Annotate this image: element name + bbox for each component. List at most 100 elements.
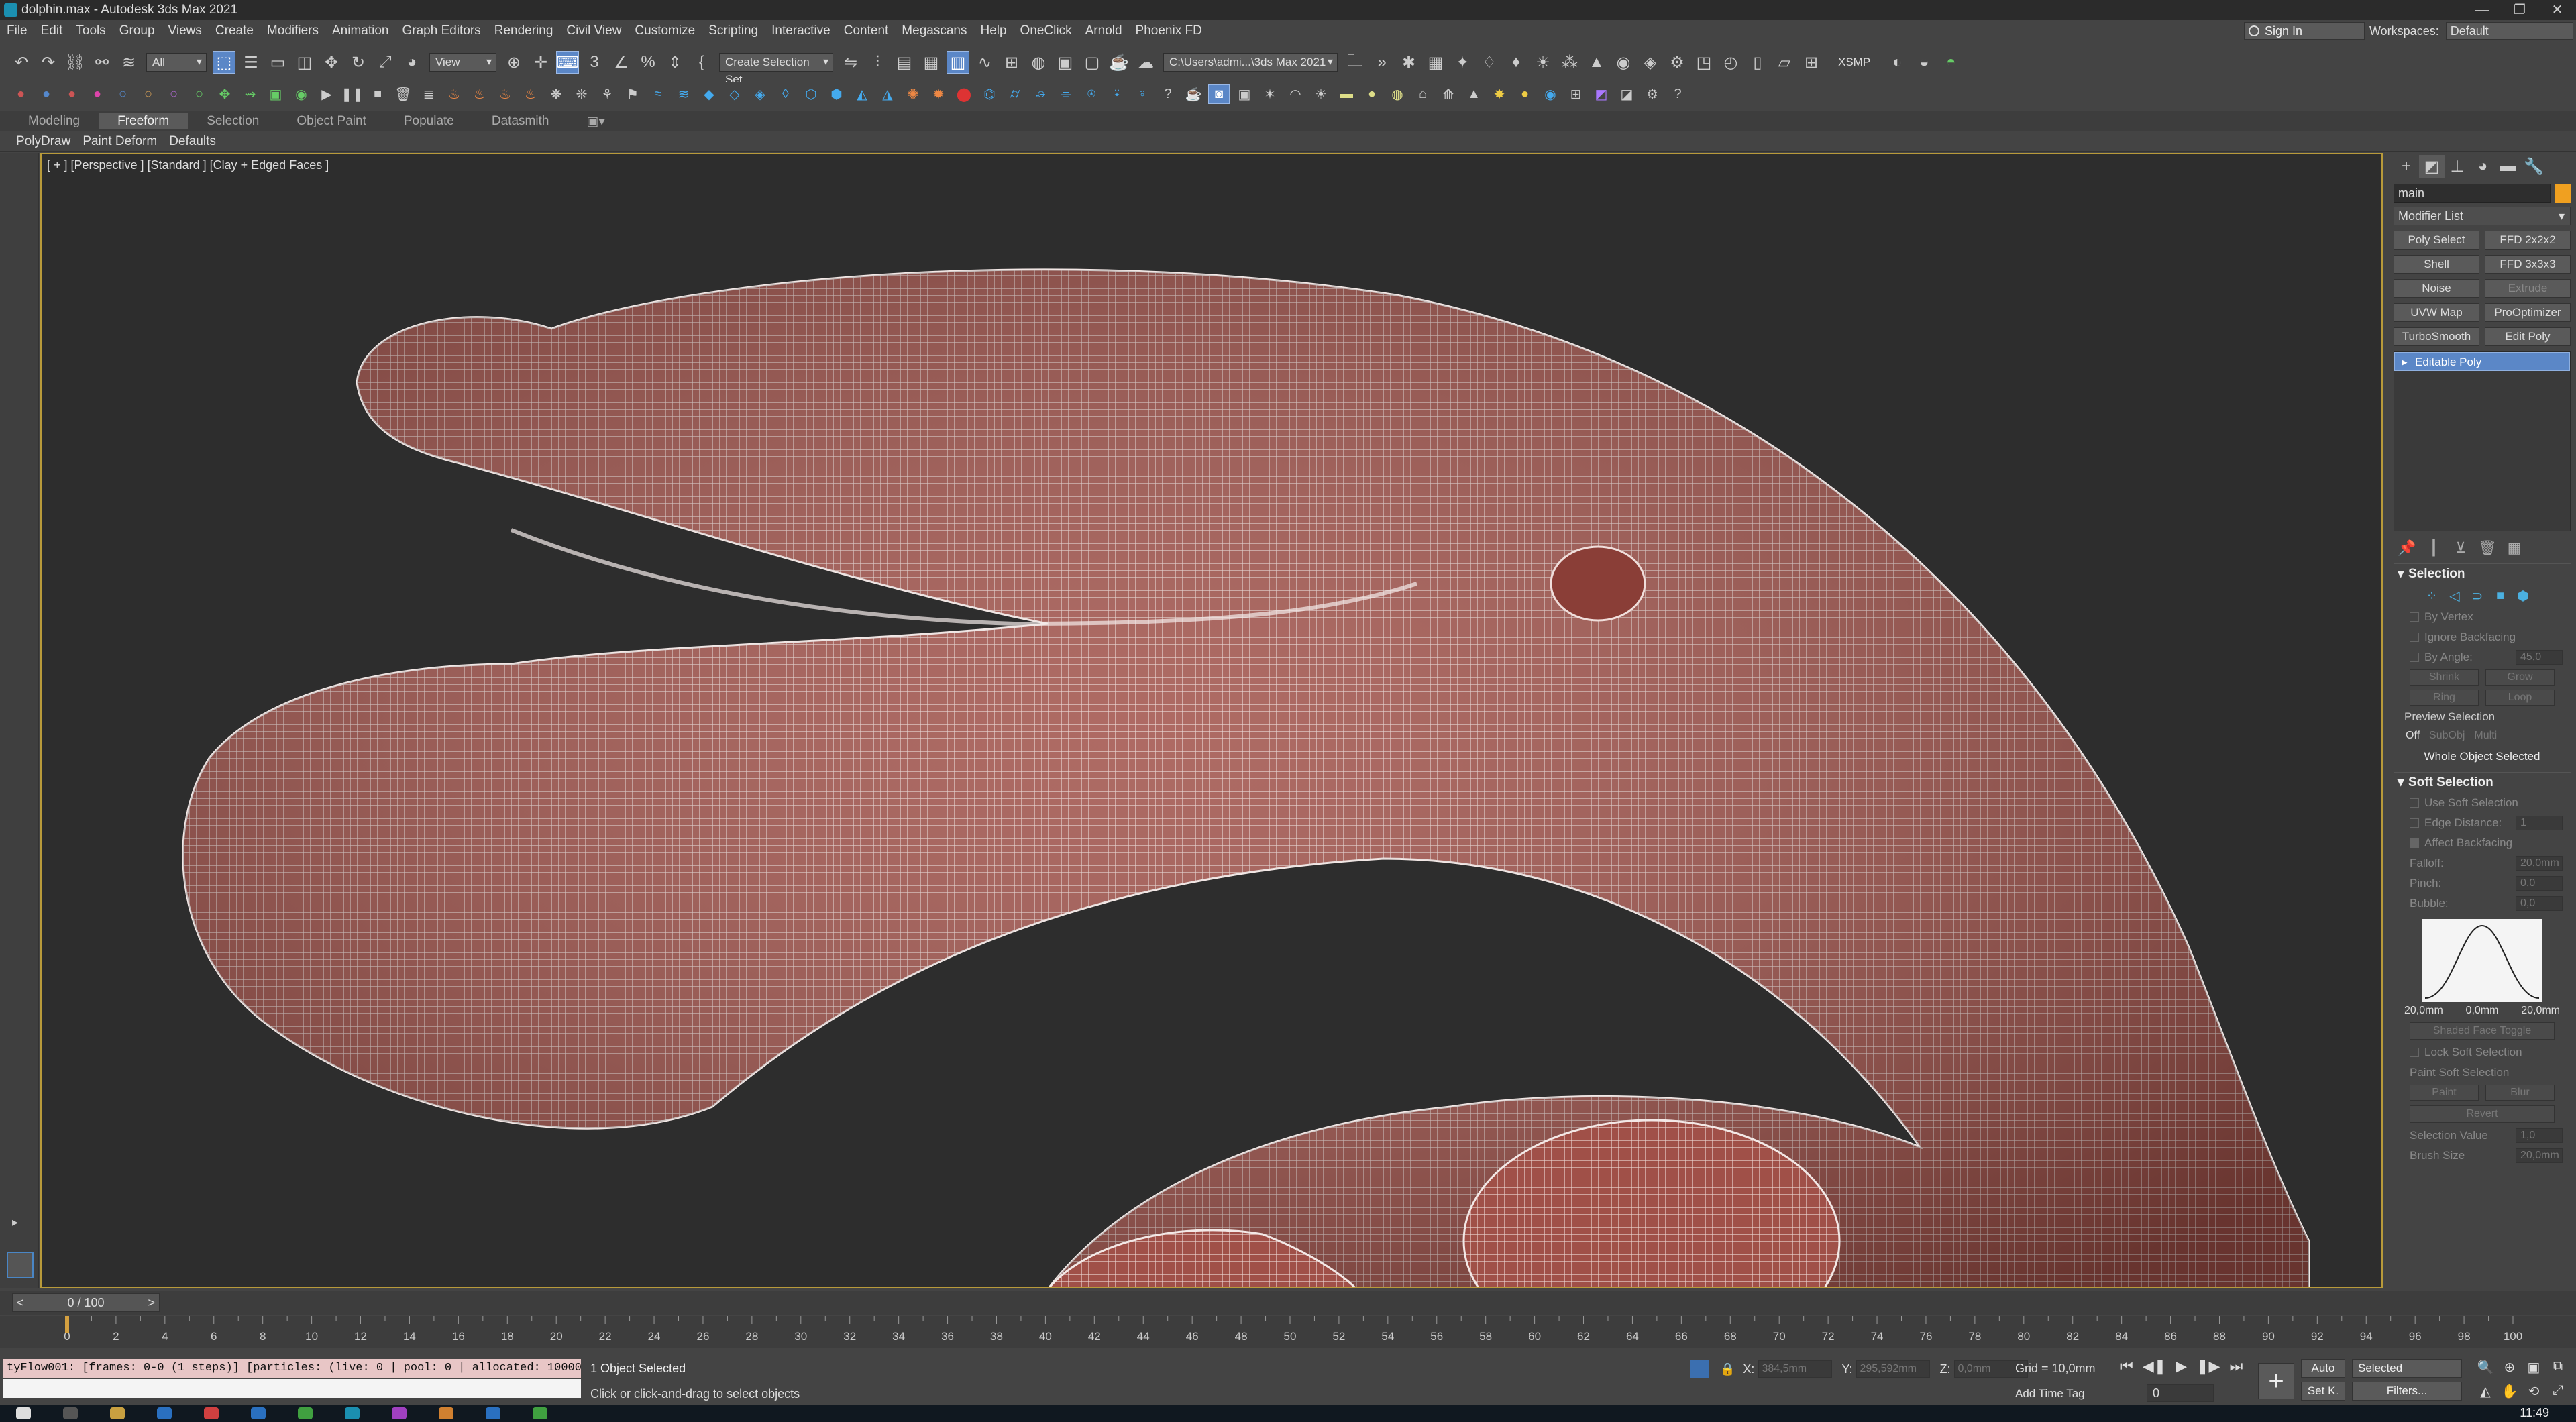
ffd-3x3x3-button[interactable]: FFD 3x3x3: [2485, 255, 2571, 274]
menu-create[interactable]: Create: [209, 23, 260, 38]
edit-named-selection-icon[interactable]: {: [690, 51, 713, 74]
object-color-swatch[interactable]: [2555, 184, 2571, 203]
render-setup-icon[interactable]: ▣: [1054, 51, 1077, 74]
fluid-icon-2[interactable]: ✹: [928, 84, 949, 104]
layout-thumbnail[interactable]: [7, 1252, 34, 1278]
tab-freeform[interactable]: Freeform: [99, 113, 189, 129]
vray-sun-icon[interactable]: ☀: [1310, 84, 1332, 104]
render-region-icon[interactable]: ◈: [1639, 51, 1662, 74]
modifier-list-dropdown[interactable]: Modifier List: [2394, 207, 2571, 225]
redo-icon[interactable]: ↷: [37, 51, 60, 74]
preview-multi-radio[interactable]: Multi: [2474, 730, 2497, 742]
time-slider-handle[interactable]: 0 / 100: [12, 1293, 160, 1312]
stack-item-editable-poly[interactable]: Editable Poly: [2394, 352, 2570, 372]
fire-icon-2[interactable]: ♨: [469, 84, 490, 104]
shell-button[interactable]: Shell: [2394, 255, 2479, 274]
arnold-icon[interactable]: ✱: [1397, 51, 1420, 74]
curve-editor-icon[interactable]: ∿: [973, 51, 996, 74]
stop-red-icon[interactable]: ⬤: [953, 84, 975, 104]
phx-icon-e[interactable]: ⍟: [1081, 84, 1102, 104]
workspace-select[interactable]: Default: [2445, 22, 2573, 40]
border-icon[interactable]: ⊃: [2466, 588, 2489, 604]
blur-button[interactable]: Blur: [2485, 1085, 2555, 1101]
water-icon-4[interactable]: ◇: [724, 84, 745, 104]
ignore-backfacing-checkbox[interactable]: Ignore Backfacing: [2394, 627, 2571, 647]
selection-rollout-title[interactable]: Selection: [2394, 564, 2571, 584]
current-frame-field[interactable]: 0: [2147, 1384, 2214, 1402]
help-icon[interactable]: ?: [1157, 84, 1179, 104]
vray-star-icon[interactable]: ✸: [1489, 84, 1510, 104]
menu-content[interactable]: Content: [837, 23, 896, 38]
isolate-toggle-icon[interactable]: [1690, 1360, 1709, 1378]
maxscript-input-line[interactable]: [3, 1379, 581, 1398]
menu-group[interactable]: Group: [113, 23, 162, 38]
toggle-layer-explorer-icon[interactable]: ▦: [920, 51, 943, 74]
poly-select-button[interactable]: Poly Select: [2394, 231, 2479, 250]
ffd-2x2x2-button[interactable]: FFD 2x2x2: [2485, 231, 2571, 250]
fluid-icon-1[interactable]: ✺: [902, 84, 924, 104]
vray-plane-icon[interactable]: ▬: [1336, 84, 1357, 104]
sphere-green-icon[interactable]: ◉: [290, 84, 312, 104]
phx-icon-d[interactable]: ⌯: [1055, 84, 1077, 104]
zoom-all-icon[interactable]: ⊕: [2500, 1359, 2520, 1379]
perspective-viewport[interactable]: [ + ] [Perspective ] [Standard ] [Clay +…: [40, 153, 2383, 1288]
viewport-label[interactable]: [ + ] [Perspective ] [Standard ] [Clay +…: [47, 158, 329, 172]
stop-icon[interactable]: ■: [367, 84, 388, 104]
connect-icon[interactable]: ⇝: [239, 84, 261, 104]
utilities-tab-icon[interactable]: 🔧: [2521, 155, 2546, 178]
paint-button[interactable]: Paint: [2410, 1085, 2479, 1101]
phx-icon-c[interactable]: ⌮: [1030, 84, 1051, 104]
spinner-snap-icon[interactable]: ⇕: [663, 51, 686, 74]
taskbar-app-10-icon[interactable]: [533, 1407, 547, 1419]
fire-icon-4[interactable]: ♨: [520, 84, 541, 104]
sky-icon[interactable]: ⁂: [1558, 51, 1581, 74]
auto-key-button[interactable]: Auto: [2301, 1359, 2345, 1378]
arnold-light-icon[interactable]: ⚙: [1666, 51, 1688, 74]
angle-snap-icon[interactable]: ∠: [610, 51, 633, 74]
taskbar-app-9-icon[interactable]: [486, 1407, 500, 1419]
menu-edit[interactable]: Edit: [34, 23, 70, 38]
xsmp-label[interactable]: XSMP: [1838, 56, 1870, 69]
tool-icon-7[interactable]: ○: [163, 84, 184, 104]
plane-icon[interactable]: ▱: [1773, 51, 1796, 74]
lamp-icon[interactable]: ♢: [1478, 51, 1501, 74]
by-vertex-checkbox[interactable]: By Vertex: [2394, 607, 2571, 627]
start-icon[interactable]: [16, 1407, 31, 1419]
rotate-icon[interactable]: ↻: [347, 51, 370, 74]
lock-soft-box[interactable]: [2410, 1048, 2419, 1057]
phoenix-icon-2[interactable]: ❊: [571, 84, 592, 104]
menu-views[interactable]: Views: [162, 23, 209, 38]
water-icon-2[interactable]: ≋: [673, 84, 694, 104]
vray-help-icon[interactable]: ?: [1667, 84, 1688, 104]
tab-populate[interactable]: Populate: [385, 114, 473, 129]
move-icon[interactable]: ✥: [320, 51, 343, 74]
select-manipulate-icon[interactable]: ✛: [529, 51, 552, 74]
ring-button[interactable]: Ring: [2410, 690, 2479, 706]
current-frame-marker[interactable]: [65, 1316, 69, 1333]
motion-tab-icon[interactable]: ◕: [2470, 155, 2496, 178]
phx-icon-f[interactable]: ⍣: [1106, 84, 1128, 104]
mirror-icon[interactable]: ⇋: [839, 51, 862, 74]
list-icon[interactable]: ≣: [418, 84, 439, 104]
vray-dome-icon[interactable]: ◠: [1285, 84, 1306, 104]
overflow-icon[interactable]: »: [1371, 51, 1393, 74]
rect-selection-icon[interactable]: ▭: [266, 51, 289, 74]
tool-icon-8[interactable]: ○: [189, 84, 210, 104]
edge-icon[interactable]: ◁: [2443, 588, 2466, 604]
taskbar-app-6-icon[interactable]: [345, 1407, 360, 1419]
tab-modeling[interactable]: Modeling: [9, 114, 99, 129]
set-key-button[interactable]: Set K.: [2301, 1382, 2345, 1401]
percent-snap-icon[interactable]: %: [637, 51, 659, 74]
by-angle-checkbox[interactable]: By Angle: 45,0: [2394, 647, 2571, 667]
water-icon-6[interactable]: ◊: [775, 84, 796, 104]
material-editor-icon[interactable]: ◍: [1027, 51, 1050, 74]
brush-size-spinner[interactable]: 20,0mm: [2516, 1148, 2563, 1163]
previous-frame-icon[interactable]: ◀❚: [2143, 1358, 2166, 1375]
soft-selection-rollout-title[interactable]: Soft Selection: [2394, 773, 2571, 793]
taskbar-app-5-icon[interactable]: [298, 1407, 313, 1419]
fire-icon-3[interactable]: ♨: [494, 84, 516, 104]
field-of-view-icon[interactable]: ◭: [2475, 1383, 2496, 1403]
box-icon[interactable]: ▯: [1746, 51, 1769, 74]
fire-icon-1[interactable]: ♨: [443, 84, 465, 104]
menu-modifiers[interactable]: Modifiers: [260, 23, 325, 38]
